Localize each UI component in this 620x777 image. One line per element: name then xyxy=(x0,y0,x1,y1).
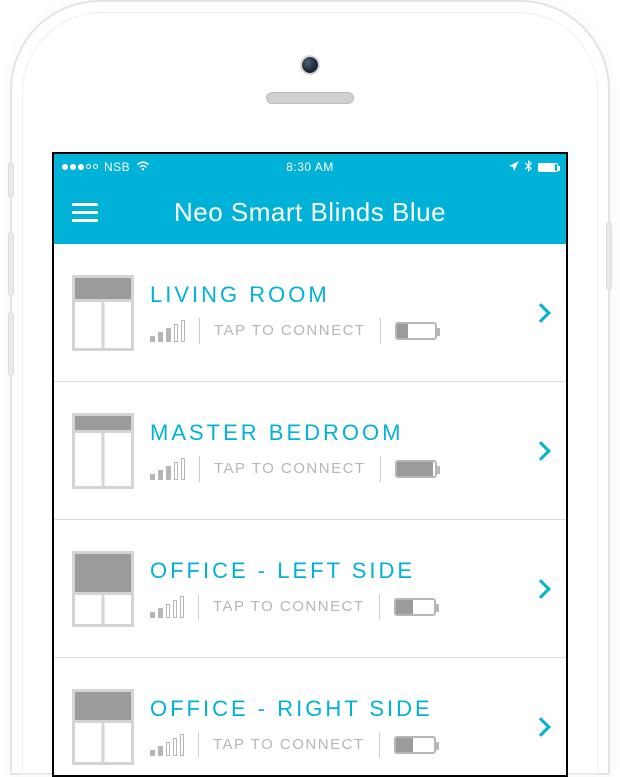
room-name: OFFICE - LEFT SIDE xyxy=(150,558,518,584)
battery-icon xyxy=(395,460,437,478)
signal-icon xyxy=(150,734,184,756)
blind-row-body: OFFICE - RIGHT SIDE TAP TO CONNECT xyxy=(150,696,518,758)
status-time: 8:30 AM xyxy=(227,160,392,174)
blinds-list: LIVING ROOM TAP TO CONNECT MASTER BEDROO… xyxy=(54,244,566,775)
tap-to-connect-label: TAP TO CONNECT xyxy=(213,598,365,615)
blind-icon xyxy=(72,551,134,627)
phone-camera xyxy=(302,57,318,73)
menu-button[interactable] xyxy=(72,203,98,222)
blind-row[interactable]: OFFICE - LEFT SIDE TAP TO CONNECT xyxy=(54,520,566,658)
divider xyxy=(379,594,380,620)
blind-icon xyxy=(72,413,134,489)
blind-icon xyxy=(72,689,134,765)
phone-silent-switch xyxy=(8,162,14,198)
blind-row[interactable]: LIVING ROOM TAP TO CONNECT xyxy=(54,244,566,382)
tap-to-connect-label: TAP TO CONNECT xyxy=(214,322,366,339)
tap-to-connect-label: TAP TO CONNECT xyxy=(214,460,366,477)
tap-to-connect-label: TAP TO CONNECT xyxy=(213,736,365,753)
phone-frame: NSB 8:30 AM Neo Smart Blinds Blu xyxy=(10,0,610,775)
wifi-icon xyxy=(136,160,150,174)
carrier-name: NSB xyxy=(104,160,130,174)
battery-icon xyxy=(394,598,436,616)
signal-icon xyxy=(150,458,185,480)
app-header: Neo Smart Blinds Blue xyxy=(54,180,566,244)
chevron-right-icon xyxy=(531,303,551,323)
blind-row-body: OFFICE - LEFT SIDE TAP TO CONNECT xyxy=(150,558,518,620)
phone-speaker xyxy=(266,92,354,104)
divider xyxy=(380,318,381,344)
chevron-right-icon xyxy=(531,579,551,599)
battery-icon xyxy=(394,736,436,754)
phone-volume-down xyxy=(8,312,14,376)
phone-volume-up xyxy=(8,232,14,296)
divider xyxy=(198,594,199,620)
blind-row-body: LIVING ROOM TAP TO CONNECT xyxy=(150,282,518,344)
signal-icon xyxy=(150,596,184,618)
room-name: LIVING ROOM xyxy=(150,282,518,308)
phone-power-button xyxy=(606,222,612,290)
chevron-right-icon xyxy=(531,717,551,737)
room-name: MASTER BEDROOM xyxy=(150,420,518,446)
signal-icon xyxy=(150,320,185,342)
blind-icon xyxy=(72,275,134,351)
divider xyxy=(380,456,381,482)
blind-row[interactable]: OFFICE - RIGHT SIDE TAP TO CONNECT xyxy=(54,658,566,775)
room-name: OFFICE - RIGHT SIDE xyxy=(150,696,518,722)
carrier-signal-icon xyxy=(62,164,98,170)
battery-icon xyxy=(538,163,558,172)
chevron-right-icon xyxy=(531,441,551,461)
divider xyxy=(199,456,200,482)
battery-icon xyxy=(395,322,437,340)
divider xyxy=(198,732,199,758)
location-icon xyxy=(509,160,519,174)
bluetooth-icon xyxy=(525,160,532,175)
screen: NSB 8:30 AM Neo Smart Blinds Blu xyxy=(52,152,568,777)
divider xyxy=(199,318,200,344)
blind-row[interactable]: MASTER BEDROOM TAP TO CONNECT xyxy=(54,382,566,520)
status-bar: NSB 8:30 AM xyxy=(54,154,566,180)
divider xyxy=(379,732,380,758)
app-title: Neo Smart Blinds Blue xyxy=(98,197,548,228)
blind-row-body: MASTER BEDROOM TAP TO CONNECT xyxy=(150,420,518,482)
